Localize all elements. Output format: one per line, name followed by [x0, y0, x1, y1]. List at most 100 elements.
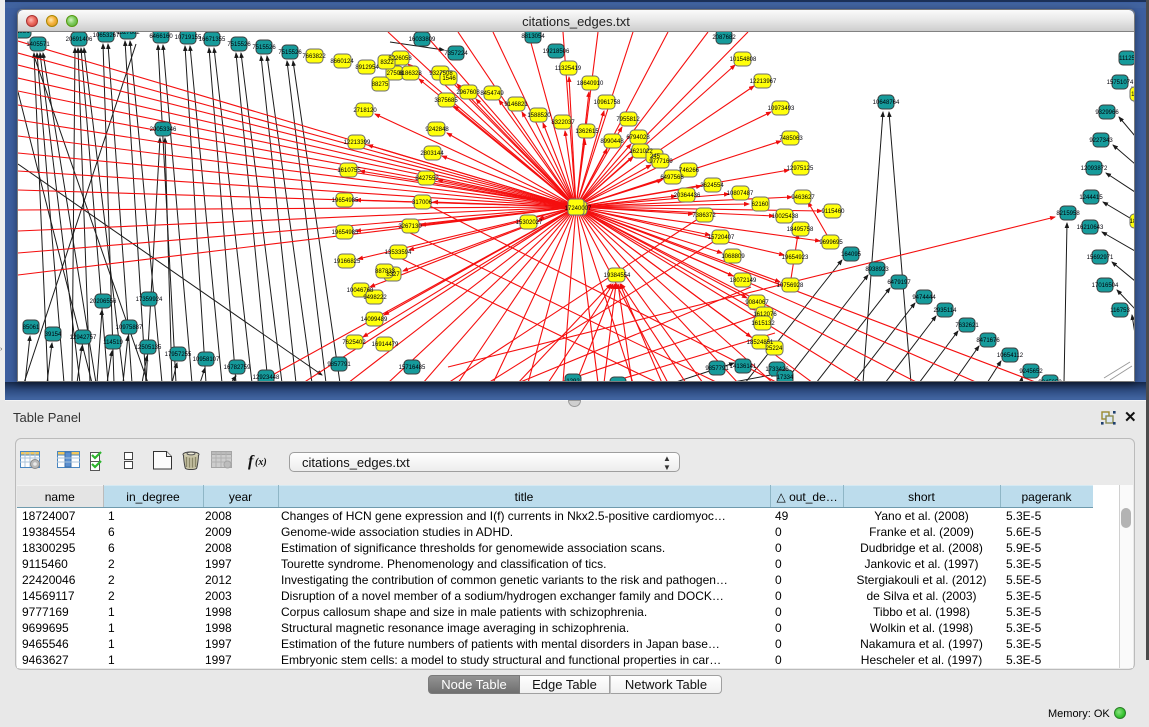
svg-text:9242848: 9242848 [425, 127, 449, 133]
svg-text:7663822: 7663822 [302, 54, 326, 60]
svg-text:10046768: 10046768 [347, 288, 374, 294]
svg-text:1292: 1292 [566, 379, 580, 381]
svg-text:10648764: 10648764 [873, 100, 900, 106]
svg-text:12923448: 12923448 [253, 375, 280, 381]
svg-text:14099489: 14099489 [361, 317, 388, 323]
svg-text:19218506: 19218506 [543, 49, 570, 55]
svg-text:7485063: 7485063 [779, 136, 803, 142]
svg-text:19654923: 19654923 [782, 255, 809, 261]
svg-text:13533594: 13533594 [385, 250, 412, 256]
svg-text:12213399: 12213399 [344, 140, 371, 146]
svg-text:18072149: 18072149 [730, 278, 757, 284]
svg-text:9084067: 9084067 [745, 300, 769, 306]
svg-text:11325419: 11325419 [555, 66, 582, 72]
svg-text:6497568: 6497568 [660, 175, 684, 181]
svg-text:8912954: 8912954 [355, 65, 379, 71]
svg-text:15751074: 15751074 [1107, 80, 1134, 86]
svg-text:8454749: 8454749 [480, 91, 504, 97]
svg-text:9463627: 9463627 [791, 195, 815, 201]
svg-text:2803144: 2803144 [420, 151, 444, 157]
svg-text:16671355: 16671355 [199, 37, 226, 43]
svg-text:20206556: 20206556 [90, 299, 117, 305]
svg-text:7357224: 7357224 [444, 51, 468, 57]
svg-text:8660124: 8660124 [330, 59, 354, 65]
svg-text:19654985: 19654985 [332, 230, 359, 236]
svg-text:11125: 11125 [1119, 56, 1134, 62]
svg-text:1546: 1546 [442, 76, 456, 82]
svg-text:1362615: 1362615 [575, 129, 599, 135]
svg-text:6466160: 6466160 [149, 34, 173, 40]
svg-text:8186328: 8186328 [398, 71, 422, 77]
svg-text:10756928: 10756928 [777, 283, 804, 289]
svg-text:2935114: 2935114 [934, 308, 958, 314]
svg-text:10975887: 10975887 [116, 325, 143, 331]
svg-text:18495758: 18495758 [787, 227, 814, 233]
svg-text:8322037: 8322037 [551, 120, 575, 126]
svg-text:15716485: 15716485 [399, 365, 426, 371]
svg-text:15692971: 15692971 [1087, 255, 1114, 261]
svg-text:10973493: 10973493 [768, 106, 795, 112]
svg-text:12975125: 12975125 [787, 166, 814, 172]
svg-text:116753: 116753 [1110, 308, 1130, 314]
svg-text:887833: 887833 [375, 269, 396, 275]
svg-text:8938923: 8938923 [865, 267, 889, 273]
svg-text:7515526: 7515526 [252, 45, 276, 51]
svg-text:62160: 62160 [752, 202, 769, 208]
svg-text:7515526: 7515526 [278, 50, 302, 56]
svg-text:6479197: 6479197 [887, 280, 911, 286]
svg-text:8322: 8322 [380, 60, 394, 66]
svg-text:16210643: 16210643 [1077, 225, 1104, 231]
svg-text:8813054: 8813054 [521, 34, 545, 40]
svg-text:15302027: 15302027 [516, 220, 543, 226]
svg-text:9115460: 9115460 [822, 209, 846, 215]
svg-text:9699695: 9699695 [819, 240, 843, 246]
svg-text:1610755: 1610755 [337, 168, 361, 174]
svg-text:1921: 1921 [18, 32, 30, 35]
svg-text:25224: 25224 [766, 346, 783, 352]
svg-text:6794028: 6794028 [626, 135, 650, 141]
svg-text:17957255: 17957255 [165, 352, 192, 358]
svg-text:9474444: 9474444 [912, 295, 936, 301]
svg-text:317006: 317006 [412, 200, 433, 206]
svg-text:9245652: 9245652 [1038, 380, 1062, 381]
svg-text:8215958: 8215958 [1056, 211, 1080, 217]
svg-text:9857791: 9857791 [705, 366, 729, 372]
svg-text:10025438: 10025438 [772, 214, 799, 220]
svg-text:39154: 39154 [45, 332, 62, 338]
svg-text:88275: 88275 [372, 82, 389, 88]
svg-text:7955812: 7955812 [616, 117, 640, 123]
svg-text:7386372: 7386372 [692, 213, 716, 219]
svg-text:7625402: 7625402 [342, 340, 366, 346]
svg-text:17240007: 17240007 [565, 206, 592, 212]
svg-text:9245652: 9245652 [1019, 369, 1043, 375]
svg-text:9227343: 9227343 [1089, 138, 1113, 144]
svg-text:9777169: 9777169 [649, 159, 673, 165]
svg-text:16914479: 16914479 [372, 342, 399, 348]
svg-text:9329966: 9329966 [1095, 110, 1119, 116]
svg-text:1405571: 1405571 [26, 42, 50, 48]
svg-text:85061: 85061 [23, 325, 40, 331]
svg-text:12213967: 12213967 [750, 79, 777, 85]
svg-text:11125: 11125 [1131, 92, 1134, 98]
svg-text:7632621: 7632621 [955, 323, 979, 329]
svg-text:2087682: 2087682 [712, 35, 736, 41]
svg-text:2967608: 2967608 [456, 90, 480, 96]
svg-text:1733426: 1733426 [765, 367, 789, 373]
svg-text:19654985: 19654985 [332, 198, 359, 204]
svg-text:7515526: 7515526 [227, 42, 251, 48]
svg-text:2718120: 2718120 [353, 108, 377, 114]
svg-text:17016504: 17016504 [1092, 283, 1119, 289]
svg-text:10958107: 10958107 [193, 357, 220, 363]
svg-text:20053346: 20053346 [150, 127, 177, 133]
svg-text:10961758: 10961758 [594, 100, 621, 106]
svg-text:1244415: 1244415 [1079, 195, 1103, 201]
svg-text:18220: 18220 [1130, 219, 1134, 225]
svg-text:746266: 746266 [679, 168, 700, 174]
svg-text:17359924: 17359924 [136, 297, 163, 303]
svg-text:3624554: 3624554 [700, 183, 724, 189]
svg-text:20364436: 20364436 [674, 193, 701, 199]
svg-text:12942757: 12942757 [70, 335, 97, 341]
svg-text:164095: 164095 [841, 252, 862, 258]
svg-text:1068809: 1068809 [721, 254, 745, 260]
svg-text:1527602: 1527602 [116, 32, 140, 36]
